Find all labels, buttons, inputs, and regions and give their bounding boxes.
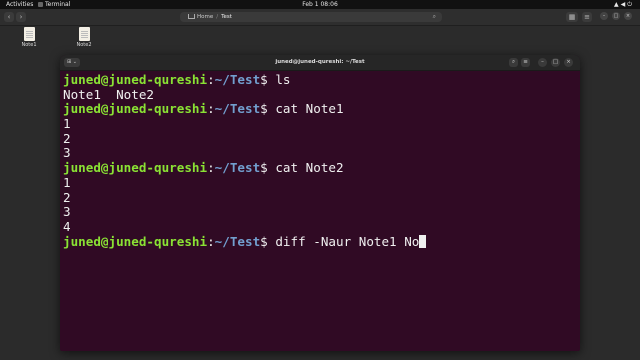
- terminal-title: juned@juned-qureshi: ~/Test: [275, 59, 365, 65]
- close-icon: ×: [566, 59, 571, 65]
- command-text: cat Note2: [275, 160, 344, 176]
- prompt-path: ~/Test: [214, 233, 261, 249]
- output-text: 4: [63, 218, 71, 234]
- terminal-titlebar[interactable]: ⊞ ⌄ juned@juned-qureshi: ~/Test ⌕ ≡ – □ …: [60, 55, 580, 71]
- forward-button[interactable]: ›: [16, 12, 26, 22]
- terminal-output[interactable]: juned@juned-qureshi:~/Test$ ls Note1 Note…: [60, 71, 580, 249]
- file-name: Note2: [76, 42, 92, 48]
- chevron-right-icon: ›: [19, 13, 23, 21]
- prompt-symbol: $: [260, 160, 276, 176]
- minimize-icon: –: [602, 13, 606, 19]
- prompt-separator: :: [207, 101, 215, 117]
- prompt-symbol: $: [260, 72, 276, 87]
- output-line: 1: [63, 116, 580, 132]
- prompt-path: ~/Test: [214, 160, 261, 176]
- output-line: 2: [63, 130, 580, 147]
- text-document-icon: [78, 27, 90, 41]
- file-item[interactable]: Note1: [16, 27, 42, 48]
- prompt-path: ~/Test: [214, 72, 261, 87]
- text-cursor: [419, 234, 427, 248]
- power-icon: ⏻: [627, 1, 634, 8]
- path-current[interactable]: Test: [221, 14, 232, 20]
- prompt-separator: :: [207, 72, 215, 87]
- prompt-symbol: $: [260, 233, 276, 249]
- command-text: diff -Naur Note1 No: [275, 233, 420, 249]
- output-text: 3: [63, 145, 71, 161]
- close-icon: ×: [625, 13, 631, 19]
- terminal-close-button[interactable]: ×: [564, 58, 573, 67]
- minimize-button[interactable]: –: [600, 12, 608, 20]
- network-icon: ▲: [614, 1, 621, 8]
- prompt-user: juned@juned-qureshi: [63, 233, 208, 249]
- prompt-line: juned@juned-qureshi:~/Test$ diff -Naur N…: [63, 233, 580, 250]
- view-toggle-button[interactable]: ▦: [566, 12, 578, 22]
- close-button[interactable]: ×: [624, 12, 632, 20]
- output-text: 3: [63, 204, 71, 220]
- maximize-icon: □: [552, 59, 559, 65]
- output-line: 2: [63, 189, 580, 206]
- path-home[interactable]: Home: [197, 14, 213, 20]
- file-name: Note1: [21, 42, 37, 48]
- clock[interactable]: Feb 1 08:06: [0, 1, 640, 8]
- terminal-menu-button[interactable]: ≡: [521, 58, 530, 67]
- terminal-search-button[interactable]: ⌕: [509, 58, 518, 67]
- text-document-icon: [23, 27, 35, 41]
- prompt-user: juned@juned-qureshi: [63, 160, 208, 176]
- menu-icon: ≡: [584, 13, 590, 21]
- menu-button[interactable]: ≡: [582, 12, 592, 22]
- output-line: 4: [63, 218, 580, 235]
- prompt-line: juned@juned-qureshi:~/Test$ cat Note2: [63, 160, 580, 176]
- chevron-left-icon: ‹: [7, 13, 11, 21]
- menu-icon: ≡: [523, 59, 528, 65]
- prompt-line: juned@juned-qureshi:~/Test$ ls: [63, 72, 580, 88]
- output-line: 3: [63, 146, 580, 161]
- system-menu[interactable]: ▲◀⏻: [614, 1, 634, 9]
- terminal-window[interactable]: ⊞ ⌄ juned@juned-qureshi: ~/Test ⌕ ≡ – □ …: [60, 55, 580, 351]
- back-button[interactable]: ‹: [4, 12, 14, 22]
- output-text: Note1 Note2: [63, 86, 154, 102]
- prompt-separator: :: [207, 160, 215, 176]
- prompt-path: ~/Test: [214, 101, 261, 117]
- new-tab-icon: ⊞ ⌄: [67, 59, 77, 65]
- maximize-icon: □: [613, 13, 619, 19]
- new-tab-button[interactable]: ⊞ ⌄: [64, 58, 80, 67]
- terminal-minimize-button[interactable]: –: [538, 58, 547, 67]
- prompt-user: juned@juned-qureshi: [63, 72, 208, 87]
- prompt-separator: :: [207, 233, 215, 249]
- output-text: 1: [63, 174, 71, 190]
- file-manager-header: ‹ › Home / Test ⌕ ▦ ≡ – □ ×: [0, 9, 640, 26]
- terminal-scrollbar[interactable]: [575, 73, 578, 345]
- grid-icon: ▦: [568, 13, 576, 21]
- output-text: 2: [63, 130, 71, 146]
- maximize-button[interactable]: □: [612, 12, 620, 20]
- path-separator-icon: /: [216, 14, 219, 20]
- search-icon: ⌕: [511, 59, 516, 65]
- prompt-line: juned@juned-qureshi:~/Test$ cat Note1: [63, 102, 580, 117]
- command-text: cat Note1: [275, 101, 344, 117]
- prompt-user: juned@juned-qureshi: [63, 101, 208, 117]
- home-icon: [188, 13, 195, 19]
- output-line: 3: [63, 204, 580, 220]
- file-item[interactable]: Note2: [71, 27, 97, 48]
- output-line: 1: [63, 174, 580, 191]
- top-bar: Activities Terminal Feb 1 08:06 ▲◀⏻: [0, 0, 640, 9]
- path-bar[interactable]: Home / Test ⌕: [180, 12, 442, 22]
- output-line: Note1 Note2: [63, 86, 580, 103]
- search-icon[interactable]: ⌕: [433, 12, 436, 22]
- output-text: 1: [63, 116, 71, 132]
- minimize-icon: –: [541, 59, 544, 65]
- output-text: 2: [63, 189, 71, 205]
- terminal-maximize-button[interactable]: □: [551, 58, 560, 67]
- prompt-symbol: $: [260, 101, 276, 117]
- command-text: ls: [275, 72, 291, 87]
